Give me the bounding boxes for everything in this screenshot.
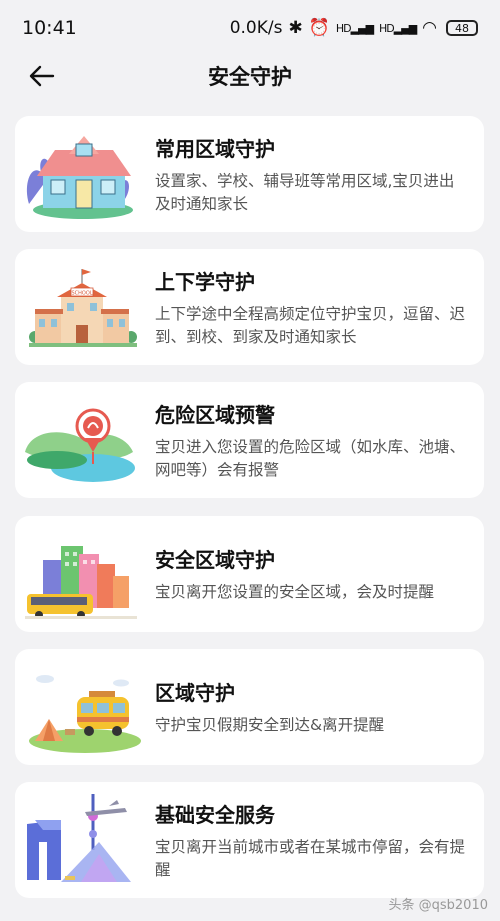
card-title: 区域守护 [155,681,235,705]
wifi-icon: ◠ [422,18,437,38]
watermark: 头条 @qsb2010 [388,898,489,913]
card-title: 上下学守护 [155,269,255,294]
signal-icon-2: HD▂▄▆ [379,21,417,35]
signal-icon: HD▂▄▆ [335,21,374,35]
card-title: 常用区域守护 [155,136,275,161]
battery-icon: 48 [446,20,478,36]
page-title: 安全守护 [208,65,292,89]
back-arrow-icon [29,65,55,87]
card-description: 守护宝贝假期安全到达&离开提醒 [155,716,385,734]
alarm-icon: ⏰ [308,18,330,38]
status-icons: 0.0K/s ✱ ⏰ HD▂▄▆ HD▂▄▆ ◠ 48 [230,18,478,38]
danger-lake-illustration [25,408,135,482]
city-bus-illustration [25,546,137,619]
card-basic-safety[interactable]: 基础安全服务 宝贝离开当前城市或者在某城市停留，会有提醒 [15,782,484,898]
card-danger-area[interactable]: 危险区域预警 宝贝进入您设置的危险区域（如水库、池塘、网吧等）会有报警 [15,382,484,498]
card-common-area[interactable]: 常用区域守护 设置家、学校、辅导班等常用区域,宝贝进出及时通知家长 [15,116,484,232]
back-button[interactable] [26,60,58,92]
city-landmark-illustration [27,794,131,882]
card-title: 危险区域预警 [155,402,275,427]
network-speed: 0.0K/s [229,18,283,38]
status-bar: 10:41 0.0K/s ✱ ⏰ HD▂▄▆ HD▂▄▆ ◠ 48 [0,0,500,56]
card-title: 安全区域守护 [155,548,275,572]
header: 安全守护 [0,56,500,96]
card-school-commute[interactable]: SCHOOL 上下学守护 上下学途中全程高频定位守护宝贝，逗留、迟到、到校、到家… [15,249,484,365]
card-description: 宝贝离开您设置的安全区域，会及时提醒 [155,583,435,601]
svg-text:SCHOOL: SCHOOL [71,291,92,297]
house-illustration [26,136,133,219]
card-safe-area[interactable]: 安全区域守护 宝贝离开您设置的安全区域，会及时提醒 [15,516,484,632]
bluetooth-icon: ✱ [288,18,303,38]
camping-van-illustration [29,675,141,753]
card-description: 设置家、学校、辅导班等常用区域,宝贝进出及时通知家长 [155,171,455,213]
card-description: 宝贝进入您设置的危险区域（如水库、池塘、网吧等）会有报警 [155,437,466,479]
status-time: 10:41 [22,17,77,39]
card-description: 上下学途中全程高频定位守护宝贝，逗留、迟到、到校、到家及时通知家长 [155,304,466,346]
school-illustration: SCHOOL [29,269,137,347]
card-title: 基础安全服务 [155,802,275,827]
card-area-guard[interactable]: 区域守护 守护宝贝假期安全到达&离开提醒 [15,649,484,765]
card-description: 宝贝离开当前城市或者在某城市停留，会有提醒 [155,837,466,879]
